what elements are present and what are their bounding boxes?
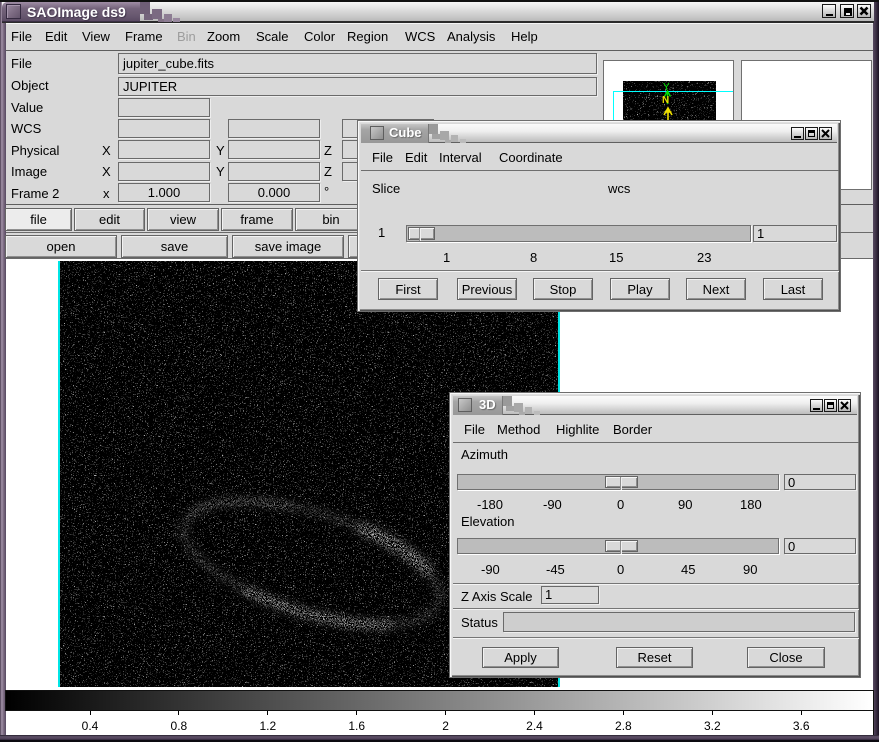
svg-text:N: N [662,95,669,106]
svg-text:Y: Y [663,82,670,93]
